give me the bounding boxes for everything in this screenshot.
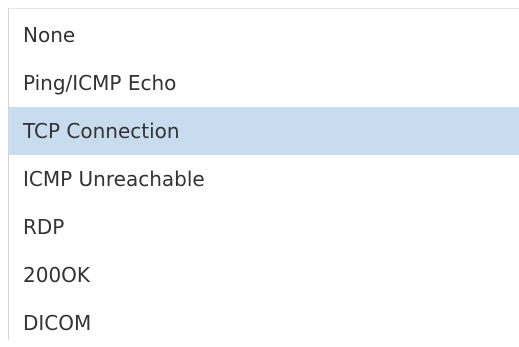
monitor-type-dropdown-list[interactable]: None Ping/ICMP Echo TCP Connection ICMP … [8, 8, 519, 340]
option-icmp-unreachable[interactable]: ICMP Unreachable [9, 155, 519, 203]
option-none[interactable]: None [9, 11, 519, 59]
option-rdp[interactable]: RDP [9, 203, 519, 251]
option-tcp-connection[interactable]: TCP Connection [9, 107, 519, 155]
option-ping-icmp-echo[interactable]: Ping/ICMP Echo [9, 59, 519, 107]
option-200ok[interactable]: 200OK [9, 251, 519, 299]
